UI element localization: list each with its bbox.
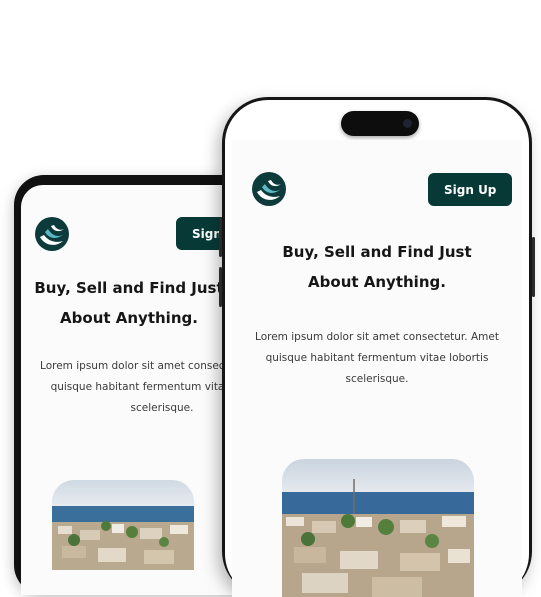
headline-line-1: Buy, Sell and Find Just [34,279,224,297]
iphone-mockup: Sign Up Buy, Sell and Find Just About An… [219,97,535,597]
hero-headline: Buy, Sell and Find Just About Anything. [232,237,522,297]
dynamic-island [341,111,419,136]
hero-body: Lorem ipsum dolor sit amet consectetur. … [21,356,247,419]
side-button [219,267,222,307]
camera-icon [403,119,412,128]
brand-logo-icon[interactable] [252,172,286,206]
android-screen: Sign Up Buy, Sell and Find Just About An… [21,185,247,595]
body-line-3: scelerisque. [345,373,409,385]
brand-logo-icon[interactable] [35,217,69,251]
body-line-1: Lorem ipsum dolor sit amet consectetur. … [255,331,499,343]
headline-line-2: About Anything. [308,273,446,291]
body-line-1: Lorem ipsum dolor sit amet consectetur. … [40,360,247,372]
hero-photo [282,459,474,597]
body-line-2: quisque habitant fermentum vitae loborti… [50,381,247,393]
headline-line-1: Buy, Sell and Find Just [282,243,472,261]
side-button [219,217,222,257]
signup-button[interactable]: Sign Up [428,173,513,206]
hero-headline: Buy, Sell and Find Just About Anything. [21,273,237,333]
body-line-3: scelerisque. [130,402,194,414]
android-phone-mockup: Sign Up Buy, Sell and Find Just About An… [14,175,254,595]
iphone-screen: Sign Up Buy, Sell and Find Just About An… [232,140,522,597]
headline-line-2: About Anything. [60,309,198,327]
hero-body: Lorem ipsum dolor sit amet consectetur. … [232,327,522,390]
hero-photo [52,480,194,570]
power-button [532,237,535,297]
body-line-2: quisque habitant fermentum vitae loborti… [265,352,489,364]
iphone-bezel: Sign Up Buy, Sell and Find Just About An… [225,100,529,597]
